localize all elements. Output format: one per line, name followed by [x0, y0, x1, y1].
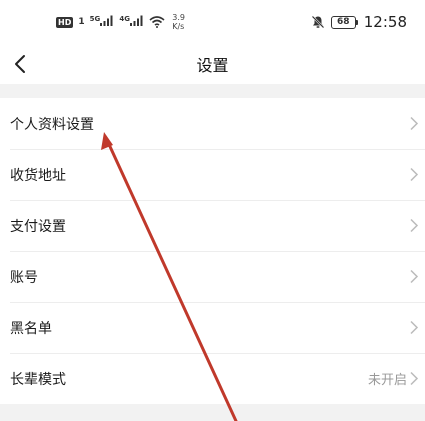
settings-item-profile[interactable]: 个人资料设置: [0, 98, 425, 149]
settings-item-label: 收货地址: [10, 167, 66, 184]
settings-list: 个人资料设置 收货地址 支付设置 账号 黑名单 长辈模式 未开启: [0, 98, 425, 404]
network-speed-value: 3.9: [172, 13, 185, 22]
signal-icon-2: [130, 15, 143, 26]
page-title: 设置: [196, 56, 229, 75]
wifi-icon: [149, 16, 165, 28]
battery-icon: 68: [330, 15, 358, 29]
network-4g-label: 4G: [119, 15, 131, 23]
chevron-right-icon: [410, 320, 419, 335]
network-speed-unit: K/s: [172, 22, 185, 31]
status-right-group: 68 12:58: [311, 11, 407, 33]
chevron-right-icon: [410, 218, 419, 233]
sim-number: 1: [78, 17, 85, 27]
hd-badge: HD: [56, 16, 74, 28]
settings-item-label: 个人资料设置: [10, 116, 94, 133]
settings-item-label: 黑名单: [10, 320, 52, 337]
network-5g-label: 5G: [89, 15, 101, 23]
settings-item-shipping-address[interactable]: 收货地址: [0, 149, 425, 200]
settings-item-blacklist[interactable]: 黑名单: [0, 302, 425, 353]
network-speed: 3.9 K/s: [172, 13, 185, 31]
status-left-group: HD 1 5G 4G 3.9 K/s: [56, 11, 185, 33]
battery-level: 68: [330, 15, 356, 29]
settings-item-label: 长辈模式: [10, 371, 66, 388]
network-5g-group: 5G: [90, 15, 115, 29]
battery-tip: [355, 19, 358, 25]
settings-item-value: 未开启: [367, 373, 407, 388]
nav-bar: 设置: [0, 44, 425, 84]
status-bar: HD 1 5G 4G 3.9 K/s 68 12:58: [0, 0, 425, 44]
status-time: 12:58: [363, 13, 407, 31]
bell-muted-icon: [311, 15, 325, 29]
chevron-right-icon: [410, 167, 419, 182]
settings-item-elder-mode[interactable]: 长辈模式 未开启: [0, 353, 425, 404]
settings-item-account[interactable]: 账号: [0, 251, 425, 302]
chevron-right-icon: [410, 371, 419, 386]
network-4g-group: 4G: [119, 15, 144, 29]
chevron-right-icon: [410, 269, 419, 284]
settings-item-label: 账号: [10, 269, 38, 286]
signal-icon: [100, 15, 113, 26]
settings-item-label: 支付设置: [10, 218, 66, 235]
settings-item-payment[interactable]: 支付设置: [0, 200, 425, 251]
chevron-right-icon: [410, 116, 419, 131]
